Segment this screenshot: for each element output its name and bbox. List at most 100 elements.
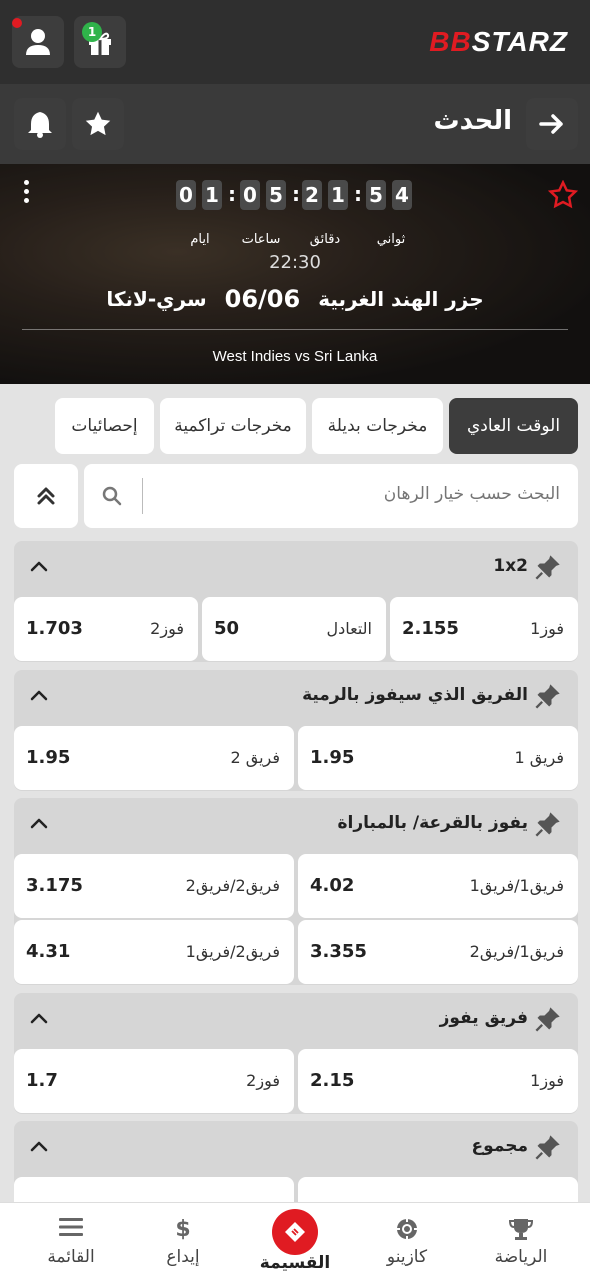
hours-digit: 5	[266, 180, 286, 210]
odd-value: 1.95	[26, 747, 71, 768]
odd-label: فوز1	[530, 1071, 564, 1090]
market-header[interactable]: مجموع	[14, 1121, 578, 1175]
chevron-up-icon[interactable]	[30, 559, 48, 573]
odd-button[interactable]: فريق1/فريق2 3.355	[298, 920, 578, 984]
nav-menu[interactable]: القائمة	[12, 1203, 130, 1280]
chevron-up-icon[interactable]	[30, 1139, 48, 1153]
odd-value: 4.02	[310, 875, 355, 896]
gift-button[interactable]	[74, 16, 126, 68]
team2-name: سري-لانكا	[106, 287, 207, 311]
tab-statistics[interactable]: إحصائيات	[55, 398, 154, 454]
search-icon[interactable]	[102, 486, 122, 506]
star-icon	[85, 111, 111, 136]
seconds-digit: 4	[392, 180, 412, 210]
chevron-up-icon[interactable]	[30, 1011, 48, 1025]
market-header[interactable]: يفوز بالقرعة/ بالمباراة	[14, 798, 578, 852]
market-total: مجموع	[14, 1121, 578, 1202]
odd-button[interactable]: فريق2/فريق2 3.175	[14, 854, 294, 918]
countdown-timer: 0 1 : 0 5 : 2 1 : 5 4 ايام ساعات دقائق ث…	[170, 180, 420, 260]
more-options-icon[interactable]	[24, 180, 30, 206]
odd-label: فريق1/فريق1	[469, 876, 564, 895]
nav-sports[interactable]: الرياضة	[462, 1203, 580, 1280]
odd-label: فريق 2	[230, 748, 280, 767]
pin-icon[interactable]	[534, 682, 562, 710]
notification-dot	[12, 18, 22, 28]
odd-label: فريق 1	[514, 748, 564, 767]
pin-icon[interactable]	[534, 1133, 562, 1161]
logo-text: STARZ	[471, 26, 568, 57]
nav-label: القسيمة	[259, 1253, 331, 1273]
market-toss-match: يفوز بالقرعة/ بالمباراة فريق1/فريق1 4.02…	[14, 798, 578, 985]
minutes-digit: 1	[328, 180, 348, 210]
market-title: 1x2	[493, 556, 528, 576]
odd-label: فريق1/فريق2	[469, 942, 564, 961]
odd-button[interactable]: فريق2/فريق1 4.31	[14, 920, 294, 984]
market-title: فريق يفوز	[439, 1008, 528, 1028]
event-subtitle: West Indies vs Sri Lanka	[212, 348, 378, 365]
market-header[interactable]: فريق يفوز	[14, 993, 578, 1047]
notifications-button[interactable]	[14, 98, 66, 150]
search-input[interactable]	[150, 484, 560, 504]
nav-label: الرياضة	[494, 1247, 548, 1267]
chevron-up-icon[interactable]	[30, 816, 48, 830]
hours-digit: 0	[240, 180, 260, 210]
odd-button[interactable]: فريق 2 1.95	[14, 726, 294, 790]
nav-casino[interactable]: كازينو	[348, 1203, 466, 1280]
seconds-label: ثواني	[376, 232, 406, 247]
odd-value: 2.155	[402, 618, 459, 639]
nav-bet-slip[interactable]: القسيمة	[236, 1203, 354, 1280]
casino-chip-icon	[396, 1218, 418, 1240]
search-divider	[142, 478, 143, 514]
odd-label: فوز2	[246, 1071, 280, 1090]
brand-logo[interactable]: BBSTARZ	[429, 26, 568, 58]
ticket-icon	[285, 1222, 305, 1242]
market-header[interactable]: الفريق الذي سيفوز بالرمية	[14, 670, 578, 724]
event-time: 22:30	[269, 252, 321, 273]
odd-button[interactable]	[14, 1177, 294, 1202]
odd-value: 3.355	[310, 941, 367, 962]
double-chevron-up-icon	[37, 487, 55, 505]
days-digit: 0	[176, 180, 196, 210]
dollar-icon: $	[175, 1217, 191, 1242]
nav-deposit[interactable]: $ إيداع	[124, 1203, 242, 1280]
page-title: الحدث	[433, 106, 512, 136]
arrow-right-icon	[539, 114, 563, 134]
market-title: مجموع	[471, 1136, 528, 1156]
pin-icon[interactable]	[534, 810, 562, 838]
minutes-label: دقائق	[309, 232, 341, 247]
days-label: ايام	[190, 232, 210, 247]
collapse-all-button[interactable]	[14, 464, 78, 528]
market-toss-winner: الفريق الذي سيفوز بالرمية فريق 1 1.95 فر…	[14, 670, 578, 791]
menu-icon	[59, 1218, 83, 1236]
event-banner: 0 1 : 0 5 : 2 1 : 5 4 ايام ساعات دقائق ث…	[0, 164, 590, 384]
minutes-digit: 2	[302, 180, 322, 210]
odd-button[interactable]: فوز1 2.15	[298, 1049, 578, 1113]
chevron-up-icon[interactable]	[30, 688, 48, 702]
odd-button[interactable]: فوز2 1.703	[14, 597, 198, 661]
market-1x2: 1x2 فوز1 2.155 التعادل 50 فوز2 1.703	[14, 541, 578, 662]
favorites-button[interactable]	[72, 98, 124, 150]
tab-alternative-outcomes[interactable]: مخرجات بديلة	[312, 398, 443, 454]
odd-value: 50	[214, 618, 240, 639]
odd-value: 2.15	[310, 1070, 355, 1091]
favorite-event-star-icon[interactable]	[547, 179, 579, 214]
odd-button[interactable]: التعادل 50	[202, 597, 386, 661]
colon-separator: :	[354, 182, 362, 206]
days-digit: 1	[202, 180, 222, 210]
event-teams: سري-لانكا 06/06 جزر الهند الغربية	[0, 285, 590, 313]
back-button[interactable]	[526, 98, 578, 150]
colon-separator: :	[228, 182, 236, 206]
pin-icon[interactable]	[534, 553, 562, 581]
tab-cumulative-outcomes[interactable]: مخرجات تراكمية	[160, 398, 306, 454]
odd-button[interactable]: فوز1 2.155	[390, 597, 578, 661]
nav-label: إيداع	[166, 1247, 200, 1267]
tab-regular-time[interactable]: الوقت العادي	[449, 398, 578, 454]
bell-icon	[28, 112, 52, 138]
market-header[interactable]: 1x2	[14, 541, 578, 595]
odd-button[interactable]	[298, 1177, 578, 1202]
event-date: 06/06	[224, 285, 301, 313]
odd-button[interactable]: فوز2 1.7	[14, 1049, 294, 1113]
odd-button[interactable]: فريق 1 1.95	[298, 726, 578, 790]
pin-icon[interactable]	[534, 1005, 562, 1033]
odd-button[interactable]: فريق1/فريق1 4.02	[298, 854, 578, 918]
